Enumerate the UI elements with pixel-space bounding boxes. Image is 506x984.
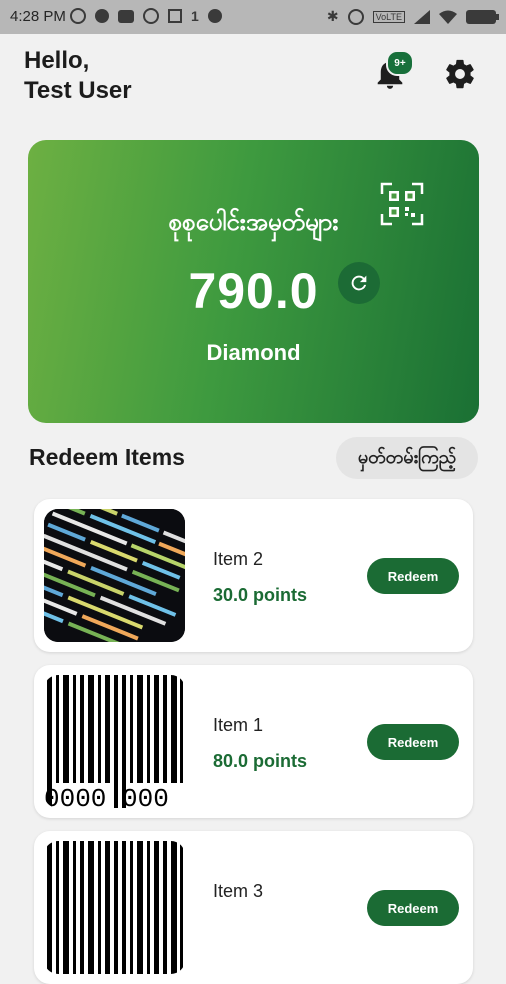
item-points: 80.0 points bbox=[213, 751, 308, 771]
sim-indicator: 1 bbox=[191, 8, 199, 24]
battery-icon bbox=[466, 9, 499, 24]
alarm-clock-icon bbox=[143, 8, 159, 24]
alarm-icon bbox=[70, 8, 86, 24]
redeem-item-card[interactable]: 0000 000 Item 1 80.0 points Redeem bbox=[34, 665, 473, 818]
item-name: Item 1 bbox=[213, 715, 264, 735]
notifications-button[interactable]: 9+ bbox=[366, 50, 414, 98]
volte-icon: VoLTE bbox=[372, 10, 405, 23]
alarm-status-icon bbox=[347, 8, 364, 25]
item-points: 30.0 points bbox=[213, 585, 308, 605]
barcode-image bbox=[44, 841, 185, 974]
refresh-button[interactable] bbox=[338, 262, 380, 304]
wifi-icon bbox=[439, 10, 457, 24]
redeem-button[interactable]: Redeem bbox=[367, 724, 459, 760]
notification-badge: 9+ bbox=[386, 50, 414, 76]
status-bar: 4:28 PM 1 ✱ VoLTE bbox=[0, 0, 506, 34]
membership-tier: Diamond bbox=[206, 340, 301, 365]
qr-notification-icon bbox=[168, 9, 182, 23]
system-icons: ✱ VoLTE bbox=[326, 8, 499, 25]
app-notification-icon bbox=[95, 9, 109, 23]
item-name: Item 3 bbox=[213, 881, 264, 901]
refresh-icon bbox=[351, 275, 367, 291]
greeting-line1: Hello, bbox=[24, 47, 90, 74]
greeting: Hello, Test User bbox=[24, 46, 132, 106]
gear-icon bbox=[446, 59, 474, 89]
section-title: Redeem Items bbox=[29, 444, 185, 470]
barcode-text: 0000 000 bbox=[44, 784, 169, 808]
redeem-item-card[interactable]: Item 2 30.0 points Redeem bbox=[34, 499, 473, 652]
redeem-button[interactable]: Redeem bbox=[367, 558, 459, 594]
item-thumbnail-barcode: 0000 000 bbox=[44, 675, 185, 808]
view-history-button[interactable]: မှတ်တမ်းကြည့် bbox=[336, 437, 478, 479]
total-points-label: စုစုပေါင်းအမှတ်များ bbox=[168, 209, 339, 236]
signal-icon bbox=[414, 9, 430, 24]
item-thumbnail-code bbox=[44, 509, 185, 642]
app-notification-icon-2 bbox=[207, 9, 222, 23]
points-value: 790.0 bbox=[188, 263, 319, 319]
redeem-item-card[interactable]: Item 3 Redeem bbox=[34, 831, 473, 984]
bluetooth-icon: ✱ bbox=[326, 8, 339, 24]
notification-icons: 1 bbox=[70, 8, 222, 24]
status-time: 4:28 PM bbox=[10, 8, 66, 25]
item-thumbnail-barcode bbox=[44, 841, 185, 974]
settings-button[interactable] bbox=[436, 50, 484, 98]
user-name: Test User bbox=[24, 77, 132, 104]
item-name: Item 2 bbox=[213, 549, 264, 569]
code-screen-image bbox=[44, 509, 185, 642]
redeem-button[interactable]: Redeem bbox=[367, 890, 459, 926]
points-card: စုစုပေါင်းအမှတ်များ 790.0 Diamond bbox=[28, 140, 479, 423]
barcode-image: 0000 000 bbox=[44, 675, 185, 808]
message-icon bbox=[118, 9, 134, 23]
